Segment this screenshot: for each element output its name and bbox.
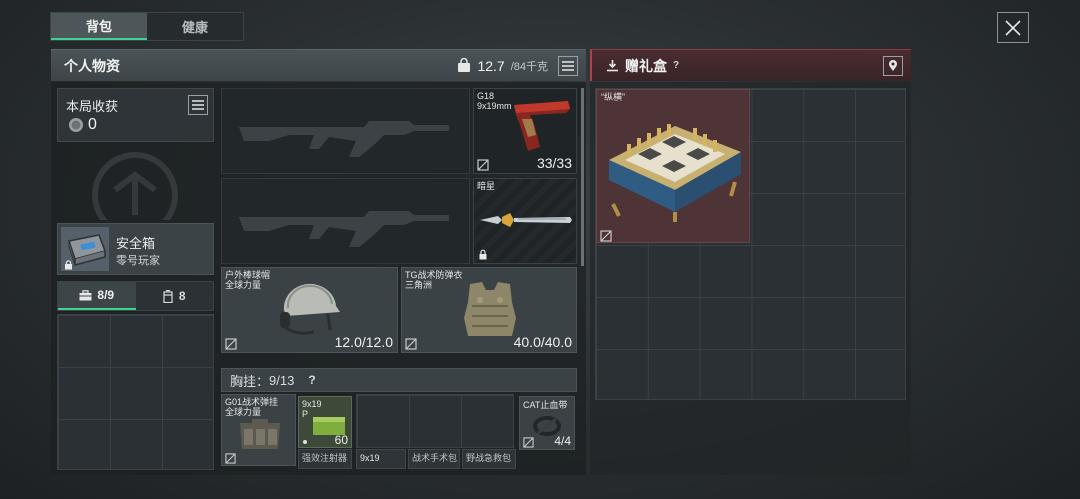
no-insure-icon [225,338,237,350]
safe-box-name: 安全箱 [116,236,156,251]
pouch-tab-pouch-label: 8 [178,289,186,303]
pouch-tab-pouch[interactable]: 8 [136,282,214,310]
personal-header: 个人物资 12.7/84千克 [51,49,586,81]
pouch-grid[interactable] [57,314,214,470]
rifle-silhouette-icon [239,121,449,157]
faction-emblem [92,152,178,220]
personal-title: 个人物资 [64,57,120,74]
rig-slot-label-text-1: 强效注射器 [302,453,348,463]
weight-max: /84千克 [510,60,548,73]
gift-item-label: “纵横” [601,92,625,102]
chest-rig-label: 胸挂： [230,373,270,389]
gift-item-chess-set[interactable]: “纵横” [596,89,750,243]
rig-slot-label-1[interactable]: 强效注射器 [298,449,352,469]
weight-current: 12.7 [477,57,505,74]
armor-vest-icon [464,282,516,336]
coin-icon [69,118,83,132]
melee-slot[interactable]: 暗星 [473,178,577,264]
tab-backpack[interactable]: 背包 [51,13,147,40]
knife-icon [480,213,572,227]
armor-durability: 40.0/40.0 [513,334,572,350]
pistol-name: G18 [477,91,495,101]
ammo-item-p[interactable]: 9x19 P 60 [298,396,352,448]
helmet-sub: 全球力量 [225,280,262,290]
cat-tourniquet-item[interactable]: CAT止血带 4/4 [519,396,575,450]
helmet-name: 户外棒球帽 [225,270,271,280]
pistol-slot[interactable]: G18 9x19mm 33/33 [473,88,577,174]
loot-list-button[interactable] [188,95,208,115]
rig-slot-label-text-2: 战术手术包 [412,453,458,463]
helmet-slot[interactable]: 户外棒球帽 全球力量 12.0/12.0 [221,267,398,353]
location-pin-icon [889,59,897,71]
safe-box-sub: 零号玩家 [116,255,160,267]
pistol-ammo-type: 9x19mm [477,101,512,111]
cat-name: CAT止血带 [523,400,568,410]
helmet-icon [280,283,340,335]
loot-value: 0 [88,116,97,133]
chest-rig-help[interactable]: ? [308,373,315,387]
top-tabs: 背包 健康 [50,12,244,41]
rig-slot-ammo2[interactable]: 9x19 [356,449,406,469]
pouch-tab-case-label: 8/9 [97,288,115,302]
rifle-silhouette-icon [239,211,449,247]
no-insure-icon [225,453,236,464]
helmet-durability: 12.0/12.0 [334,334,393,350]
close-icon [1005,19,1021,36]
chest-rig-header: 胸挂： 9/13 ? [221,368,577,392]
pouch-tab-case[interactable]: 8/9 [58,282,136,310]
chest-rig-name: G01战术弹挂 [225,397,279,407]
safe-box-slot[interactable]: 安全箱 零号玩家 [57,223,214,275]
weight-icon [458,58,471,72]
ammo-type: 9x19 [302,399,322,409]
cat-count: 4/4 [554,434,571,448]
safe-box-thumb [61,227,109,271]
personal-list-button[interactable] [558,55,578,76]
tab-health[interactable]: 健康 [147,13,243,40]
ammo-dot [303,440,307,444]
gift-header: 赠礼盒 ? [590,49,911,81]
rig-slot-label-text-3: 野战急救包 [466,453,512,463]
primary-weapon-slot-2[interactable] [221,178,470,264]
ammo-grade: P [302,409,309,419]
rig-slot-label-3[interactable]: 野战急救包 [462,449,516,469]
primary-weapon-slot-1[interactable] [221,88,470,174]
gift-locate-button[interactable] [883,55,903,76]
weight-indicator: 12.7/84千克 [457,58,548,74]
pistol-icon [514,101,570,151]
no-insure-icon [600,230,612,242]
pouch-icon [163,289,173,303]
chess-set-icon [609,124,741,222]
loot-summary: 本局收获 0 [57,88,214,142]
scrollbar[interactable] [581,88,584,266]
rig-slot-label-2[interactable]: 战术手术包 [408,449,460,469]
pistol-ammo: 33/33 [536,155,572,171]
rig-empty-slot[interactable] [356,394,514,448]
chest-rig-capacity: 9/13 [269,372,295,388]
no-insure-icon [523,437,534,448]
close-button[interactable] [997,12,1029,43]
list-icon [192,100,204,110]
ammo2-type: 9x19 [360,453,380,463]
list-icon [562,60,574,71]
chest-rig-item[interactable]: G01战术弹挂 全球力量 [221,394,296,466]
no-insure-icon [405,338,417,350]
lock-icon [65,260,72,270]
armor-slot[interactable]: TG战术防弹衣 三角洲 40.0/40.0 [401,267,577,353]
loot-label: 本局收获 [66,99,119,114]
ammo-count: 60 [334,433,348,447]
gift-help[interactable]: ? [673,60,679,71]
pouch-tabs: 8/9 8 [57,281,214,311]
gift-title: 赠礼盒 [625,57,667,74]
lock-icon [479,249,487,260]
no-insure-icon [477,159,489,171]
armor-name: TG战术防弹衣 [405,270,463,280]
chest-rig-icon [240,419,280,449]
armor-sub: 三角洲 [405,280,433,290]
briefcase-icon [79,289,92,300]
download-icon [607,60,618,72]
knife-name: 暗星 [477,181,496,191]
